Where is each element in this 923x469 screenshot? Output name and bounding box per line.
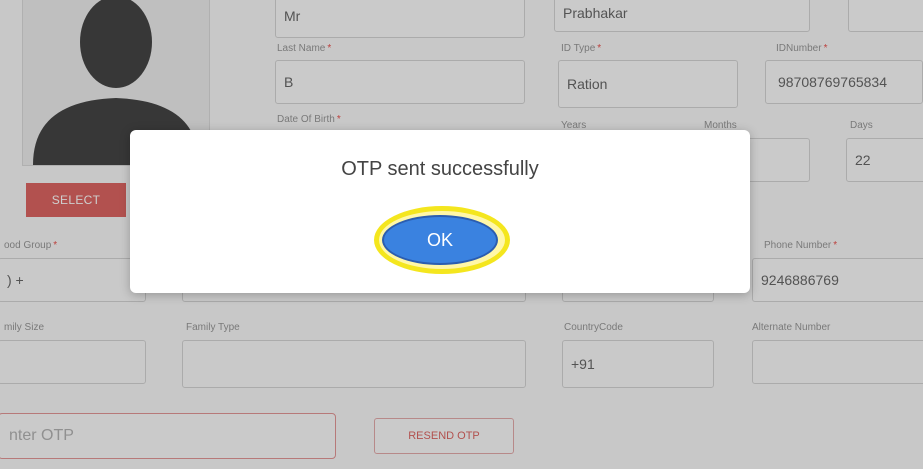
ok-button[interactable]: OK — [382, 215, 498, 265]
otp-sent-dialog: OTP sent successfully OK — [130, 130, 750, 293]
dialog-message: OTP sent successfully — [341, 158, 539, 180]
